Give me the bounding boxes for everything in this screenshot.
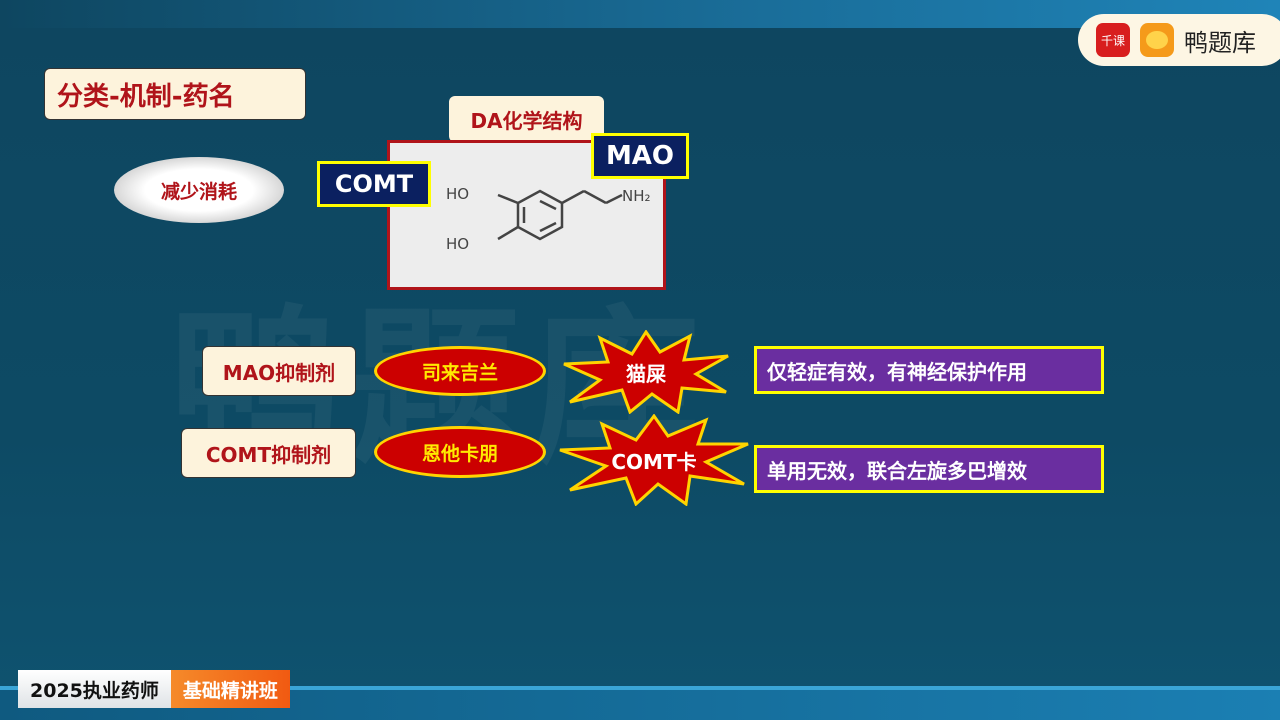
mnemonic-label-1: 猫屎 [626, 361, 666, 386]
nh2-label: NH₂ [622, 187, 651, 205]
page-title: 分类-机制-药名 [44, 68, 306, 120]
class-mao-inhibitor: MAO抑制剂 [202, 346, 356, 396]
qianke-logo: 千课 [1096, 23, 1130, 57]
drug-selegiline: 司来吉兰 [374, 346, 546, 396]
mnemonic-label-2: COMT卡 [611, 449, 697, 474]
mnemonic-starburst-1: 猫屎 [560, 329, 732, 415]
mechanism-label: 减少消耗 [160, 180, 237, 203]
ho-label-1: HO [446, 185, 469, 203]
course-name: 2025执业药师 [18, 670, 171, 708]
mao-site-label: MAO [591, 133, 689, 179]
mnemonic-starburst-2: COMT卡 [556, 413, 752, 507]
mechanism-oval: 减少消耗 [114, 157, 284, 223]
course-badge: 2025执业药师 基础精讲班 [18, 670, 290, 708]
duck-icon [1140, 23, 1174, 57]
brand-badge: 千课 鸭题库 [1078, 14, 1280, 66]
structure-label: DA化学结构 [449, 96, 604, 142]
drug-entacapone: 恩他卡朋 [374, 426, 546, 478]
class-comt-inhibitor: COMT抑制剂 [181, 428, 356, 478]
ho-label-2: HO [446, 235, 469, 253]
comt-site-label: COMT [317, 161, 431, 207]
note-2: 单用无效，联合左旋多巴增效 [754, 445, 1104, 493]
brand-name: 鸭题库 [1184, 28, 1256, 57]
course-series: 基础精讲班 [170, 670, 290, 708]
note-1: 仅轻症有效，有神经保护作用 [754, 346, 1104, 394]
